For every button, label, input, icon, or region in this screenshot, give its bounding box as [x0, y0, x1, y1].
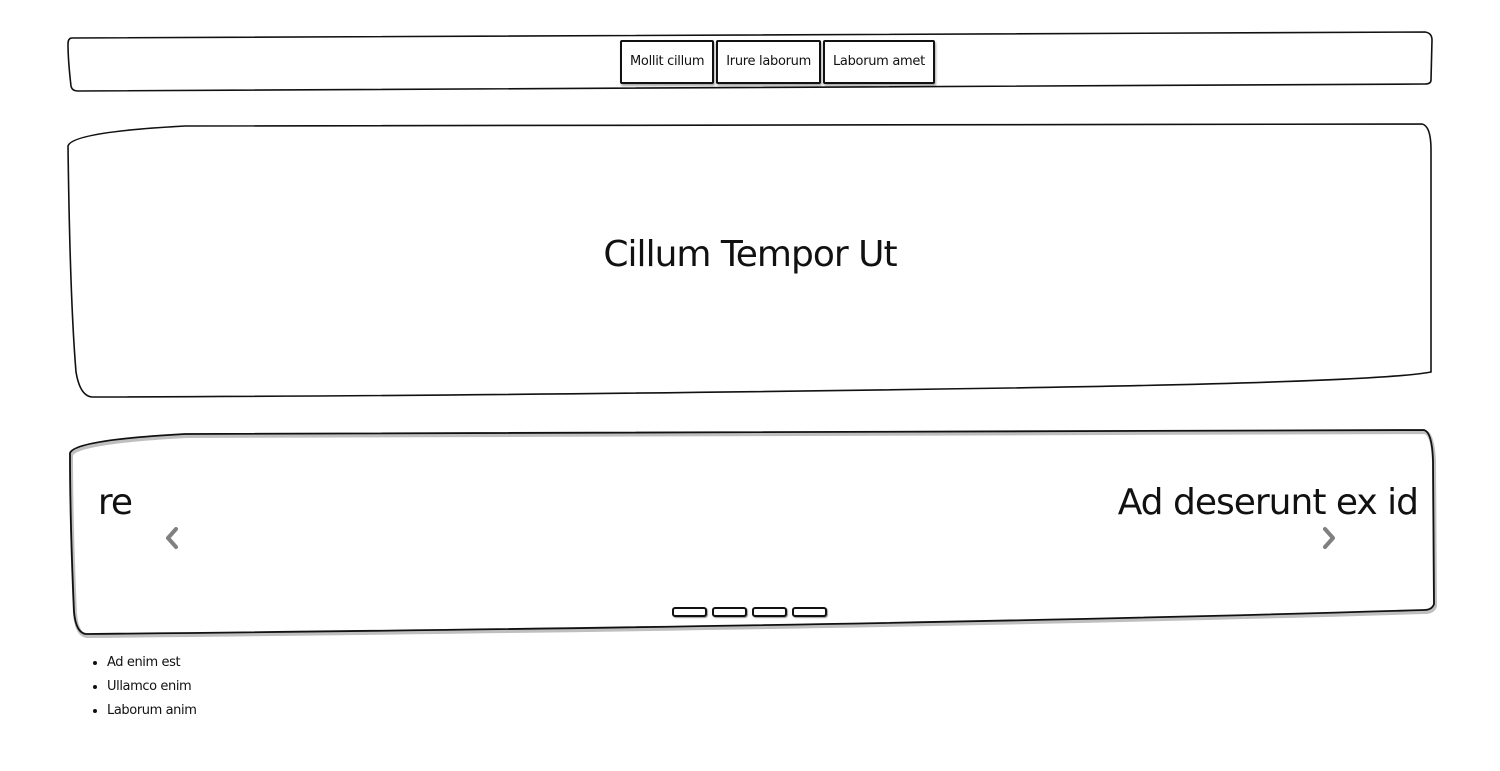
nav-tabs: Mollit cillum Irure laborum Laborum amet: [620, 40, 935, 84]
list-item: Ullamco enim: [107, 675, 196, 699]
list-item: Laborum anim: [107, 699, 197, 723]
carousel-indicator-1[interactable]: [672, 607, 707, 617]
nav-tab-laborum-amet[interactable]: Laborum amet: [822, 40, 935, 84]
nav-tab-mollit-cillum[interactable]: Mollit cillum: [620, 40, 715, 84]
navbar-frame: [67, 31, 1438, 639]
chevron-left-icon[interactable]: [160, 523, 184, 553]
chevron-right-icon[interactable]: [1317, 523, 1341, 553]
nav-tab-irure-laborum[interactable]: Irure laborum: [716, 40, 821, 84]
carousel-indicator-3[interactable]: [752, 607, 787, 617]
carousel-indicators: [672, 607, 827, 617]
carousel-viewport: re Ad deserunt ex id: [66, 474, 1422, 534]
carousel-indicator-2[interactable]: [712, 607, 747, 617]
carousel-indicator-4[interactable]: [792, 607, 827, 617]
carousel-previous-slide-text: re: [97, 482, 133, 523]
list-item: Ad enim est: [107, 651, 196, 675]
carousel-current-slide-text: Ad deserunt ex id: [1117, 482, 1419, 523]
bullet-list: Ad enim est Ullamco enim Laborum anim: [68, 651, 197, 723]
hero-title: Cillum Tempor Ut: [603, 234, 897, 275]
